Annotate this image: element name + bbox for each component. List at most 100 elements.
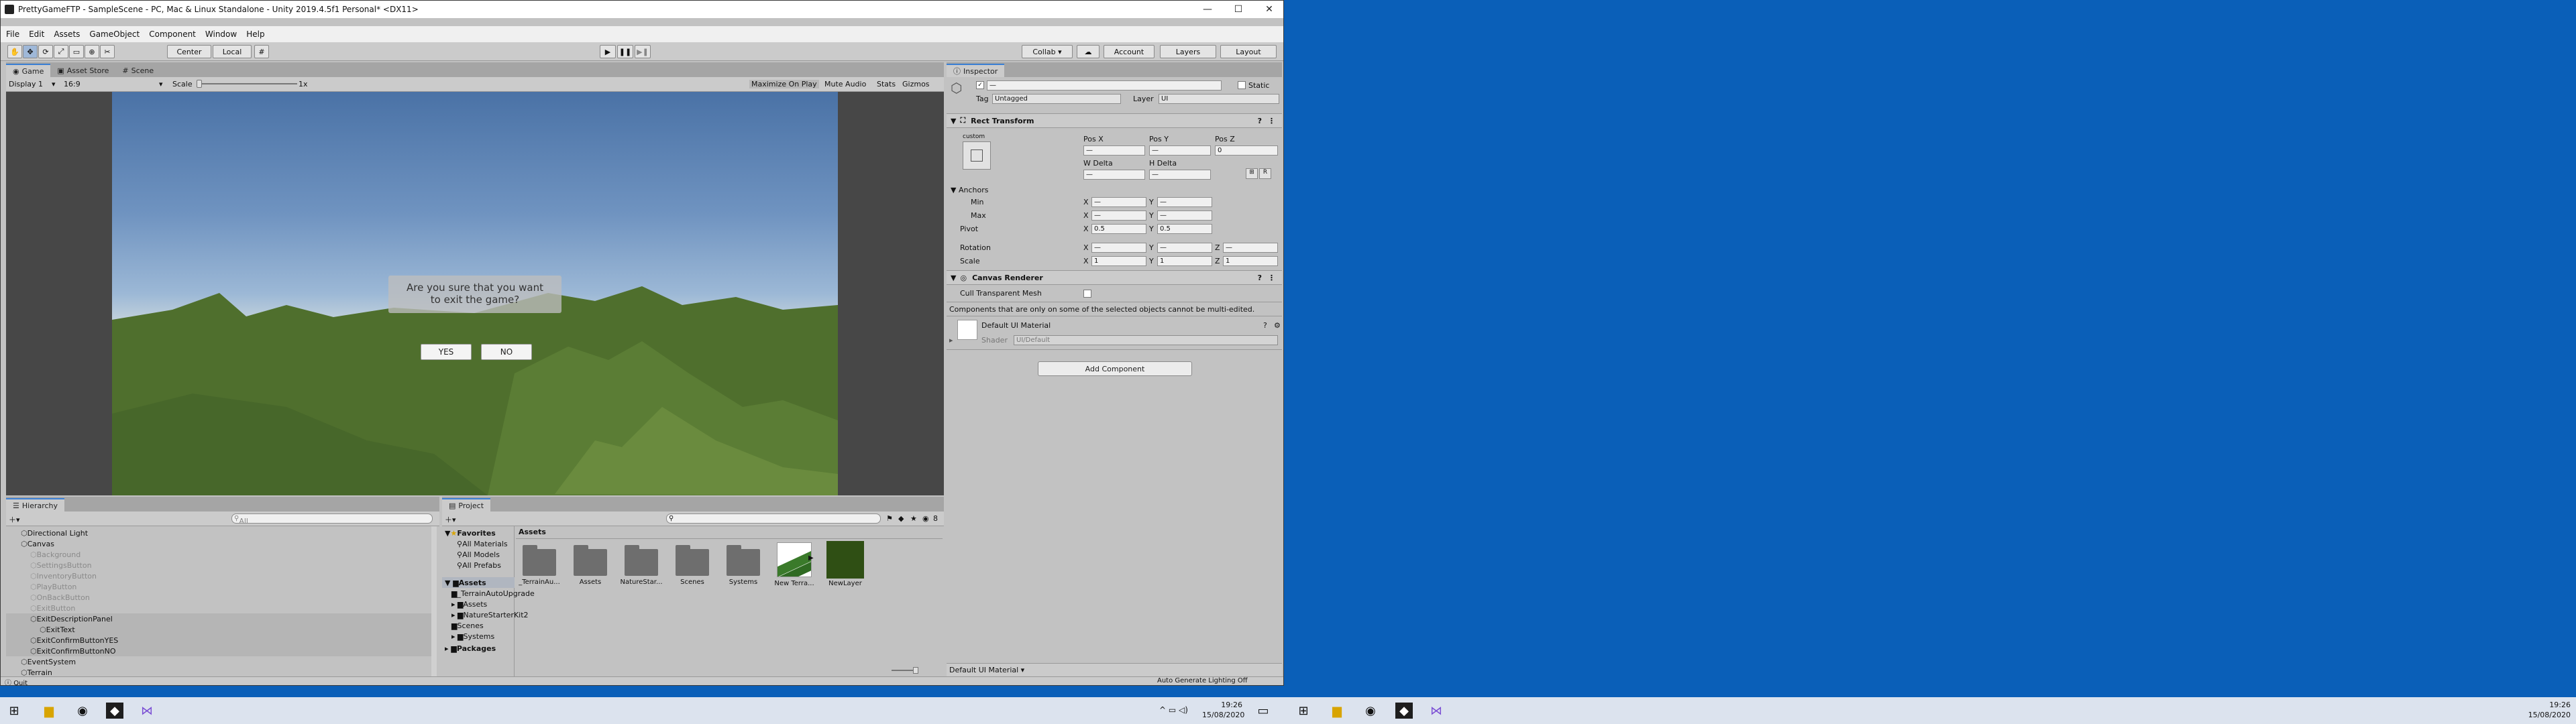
hierarchy-row[interactable]: ⬡ ExitText bbox=[6, 624, 431, 635]
w-delta-field[interactable]: — bbox=[1083, 170, 1145, 180]
cloud-icon[interactable]: ☁ bbox=[1077, 45, 1099, 58]
account-dropdown[interactable]: Account bbox=[1104, 45, 1155, 58]
menu-edit[interactable]: Edit bbox=[29, 29, 44, 39]
rot-x-field[interactable]: — bbox=[1091, 243, 1146, 253]
create-plus-icon[interactable]: ＋▾ bbox=[445, 514, 456, 525]
menu-gameobject[interactable]: GameObject bbox=[89, 29, 140, 39]
tile-nature-kit[interactable]: NatureStar... bbox=[618, 541, 665, 601]
notification-icon[interactable]: ▭ bbox=[1254, 703, 1272, 719]
tile-terrain-upgrade[interactable]: _TerrainAu... bbox=[516, 541, 563, 601]
taskbar-clock[interactable]: 19:26 15/08/2020 bbox=[1202, 700, 1244, 720]
mute-audio-toggle[interactable]: Mute Audio bbox=[824, 80, 866, 88]
expand-arrow-icon[interactable]: ▶ bbox=[808, 554, 814, 562]
maximize-button[interactable]: ☐ bbox=[1223, 1, 1254, 18]
pivot-x-field[interactable]: 0.5 bbox=[1091, 224, 1146, 234]
exit-confirm-no-button[interactable]: NO bbox=[481, 344, 532, 360]
hierarchy-scrollbar[interactable] bbox=[431, 526, 437, 676]
pos-y-field[interactable]: — bbox=[1149, 145, 1211, 156]
transform-tool-icon[interactable]: ⊕ bbox=[85, 45, 99, 58]
file-explorer-icon-2[interactable]: ▆ bbox=[1328, 703, 1346, 719]
pause-button[interactable]: ❚❚ bbox=[617, 45, 633, 58]
display-dropdown[interactable]: Display 1 bbox=[9, 80, 43, 88]
rot-z-field[interactable]: — bbox=[1223, 243, 1278, 253]
menu-help[interactable]: Help bbox=[246, 29, 264, 39]
hierarchy-row[interactable]: ⬡ Canvas bbox=[6, 538, 431, 549]
shader-dropdown[interactable]: UI/Default bbox=[1014, 335, 1278, 345]
hierarchy-row[interactable]: ⬡ EventSystem bbox=[6, 656, 431, 667]
min-x-field[interactable]: — bbox=[1091, 197, 1146, 207]
game-render-area[interactable]: Are you sure that you want to exit the g… bbox=[112, 92, 838, 495]
favorite-star-icon[interactable]: ★ bbox=[910, 514, 917, 523]
tree-assets[interactable]: ▸ ▆ Assets bbox=[451, 599, 487, 609]
visual-studio-icon-2[interactable]: ⋈ bbox=[1428, 703, 1445, 719]
anchors-foldout[interactable]: ▼ Anchors bbox=[951, 186, 988, 194]
minimize-button[interactable]: — bbox=[1192, 1, 1223, 18]
hand-tool-icon[interactable]: ✋ bbox=[7, 45, 22, 58]
material-settings-icon[interactable]: ⚙ bbox=[1274, 321, 1281, 330]
tile-new-terrain[interactable]: New Terra... bbox=[771, 541, 818, 601]
tab-hierarchy[interactable]: ☰ Hierarchy bbox=[6, 498, 65, 511]
start-icon-2[interactable]: ⊞ bbox=[1295, 703, 1312, 719]
chrome-icon[interactable]: ◉ bbox=[74, 703, 91, 719]
tab-project[interactable]: ▤ Project bbox=[442, 498, 491, 511]
hierarchy-row[interactable]: ⬡ ExitButton bbox=[6, 603, 431, 613]
step-button[interactable]: ▶❚ bbox=[635, 45, 651, 58]
help-icon[interactable]: ? bbox=[1258, 117, 1262, 125]
layer-dropdown[interactable]: UI bbox=[1159, 94, 1279, 104]
close-button[interactable]: ✕ bbox=[1254, 1, 1283, 18]
hierarchy-row[interactable]: ⬡ ExitDescriptionPanel bbox=[6, 613, 431, 624]
filter-label-icon[interactable]: ◆ bbox=[898, 514, 904, 523]
layers-dropdown[interactable]: Layers bbox=[1160, 45, 1216, 58]
eye-icon[interactable]: ◉ bbox=[922, 514, 929, 523]
rotate-tool-icon[interactable]: ⟳ bbox=[38, 45, 53, 58]
hierarchy-row[interactable]: ⬡ OnBackButton bbox=[6, 592, 431, 603]
tab-inspector[interactable]: ⓘ Inspector bbox=[947, 64, 1005, 77]
component-menu-icon[interactable]: ⋮ bbox=[1268, 274, 1275, 282]
aspect-dropdown[interactable]: 16:9 bbox=[64, 80, 80, 88]
tab-asset-store[interactable]: ▣ Asset Store bbox=[50, 64, 115, 77]
hierarchy-row[interactable]: ⬡ ExitConfirmButtonNO bbox=[6, 646, 431, 656]
assets-node[interactable]: ▼ ▆ Assets bbox=[442, 577, 515, 588]
play-button[interactable]: ▶ bbox=[600, 45, 616, 58]
tile-assets[interactable]: Assets bbox=[567, 541, 614, 601]
fav-all-models[interactable]: ⚲ All Models bbox=[457, 549, 500, 560]
pos-z-field[interactable]: 0 bbox=[1215, 145, 1278, 156]
rect-tool-icon[interactable]: ▭ bbox=[69, 45, 84, 58]
hierarchy-row[interactable]: ⬡ ExitConfirmButtonYES bbox=[6, 635, 431, 646]
chrome-icon-2[interactable]: ◉ bbox=[1362, 703, 1379, 719]
min-y-field[interactable]: — bbox=[1157, 197, 1212, 207]
menu-component[interactable]: Component bbox=[149, 29, 196, 39]
maximize-on-play-toggle[interactable]: Maximize On Play bbox=[749, 80, 819, 88]
unity-taskbar-icon[interactable]: ◆ bbox=[106, 703, 123, 719]
raw-edit-icon[interactable]: R bbox=[1259, 168, 1271, 179]
pivot-y-field[interactable]: 0.5 bbox=[1157, 224, 1212, 234]
rect-transform-header[interactable]: ▼ ⛶ Rect Transform ? ⋮ bbox=[947, 113, 1282, 128]
tile-new-layer[interactable]: NewLayer bbox=[822, 541, 869, 601]
static-checkbox[interactable] bbox=[1238, 81, 1246, 89]
taskbar-clock-2[interactable]: 19:26 15/08/2020 bbox=[2528, 700, 2571, 720]
object-name-field[interactable]: — bbox=[987, 80, 1222, 90]
anchor-preset-button[interactable] bbox=[963, 141, 991, 170]
stats-toggle[interactable]: Stats bbox=[877, 80, 896, 88]
custom-tool-icon[interactable]: ✂ bbox=[100, 45, 115, 58]
max-x-field[interactable]: — bbox=[1091, 210, 1146, 221]
collab-dropdown[interactable]: Collab ▾ bbox=[1022, 45, 1073, 58]
scale-slider-handle[interactable] bbox=[197, 80, 202, 88]
menu-window[interactable]: Window bbox=[205, 29, 237, 39]
pos-x-field[interactable]: — bbox=[1083, 145, 1145, 156]
tab-scene[interactable]: # Scene bbox=[115, 64, 160, 77]
component-menu-icon[interactable]: ⋮ bbox=[1268, 117, 1275, 125]
project-breadcrumb[interactable]: Assets bbox=[519, 528, 546, 536]
pivot-space-toggle[interactable]: Local bbox=[213, 45, 252, 58]
material-foldout-icon[interactable]: ▸ bbox=[949, 336, 953, 345]
help-icon[interactable]: ? bbox=[1258, 274, 1262, 282]
menu-file[interactable]: File bbox=[6, 29, 19, 39]
scale-x-field[interactable]: 1 bbox=[1091, 256, 1146, 266]
create-plus-icon[interactable]: ＋▾ bbox=[9, 514, 20, 525]
tree-systems[interactable]: ▸ ▆ Systems bbox=[451, 631, 494, 642]
add-component-button[interactable]: Add Component bbox=[1038, 361, 1192, 376]
exit-confirm-yes-button[interactable]: YES bbox=[421, 344, 472, 360]
visual-studio-icon[interactable]: ⋈ bbox=[138, 703, 156, 719]
rot-y-field[interactable]: — bbox=[1157, 243, 1212, 253]
footer-material-dropdown[interactable]: Default UI Material ▾ bbox=[949, 666, 1024, 674]
